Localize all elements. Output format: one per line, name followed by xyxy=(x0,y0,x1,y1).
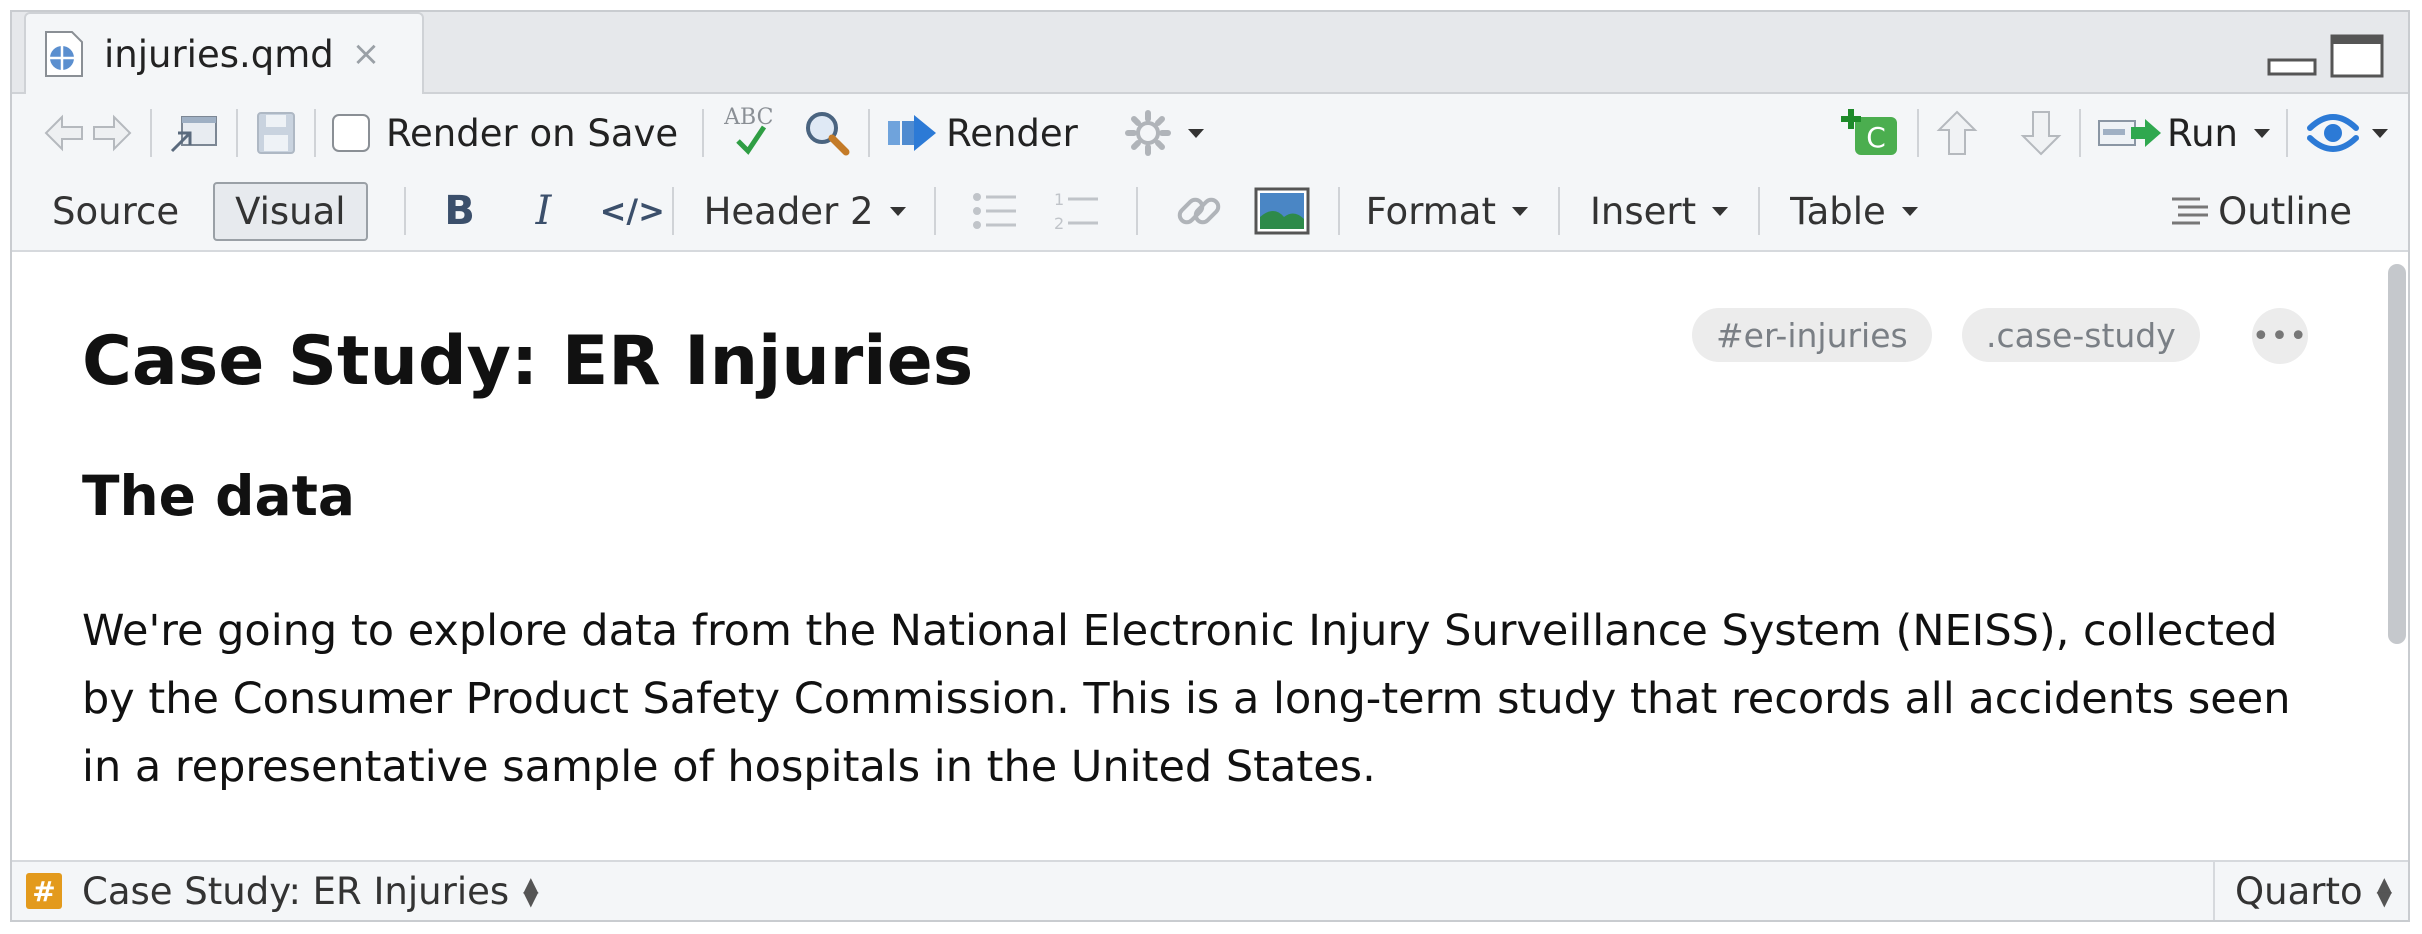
render-button[interactable]: Render xyxy=(886,112,1078,155)
table-menu[interactable]: Table xyxy=(1790,190,1918,233)
source-mode-button[interactable]: Source xyxy=(32,184,199,239)
section-hash-icon: # xyxy=(26,873,62,909)
publish-button[interactable] xyxy=(2304,108,2388,158)
italic-button[interactable]: I xyxy=(516,188,572,234)
tab-injuries-qmd[interactable]: injuries.qmd × xyxy=(24,12,424,94)
table-menu-label: Table xyxy=(1790,189,1886,233)
format-menu[interactable]: Format xyxy=(1366,190,1528,233)
find-replace-icon[interactable] xyxy=(802,108,852,158)
up-down-arrows-icon[interactable]: ▲ ▼ xyxy=(523,874,538,908)
run-button[interactable]: Run xyxy=(2097,112,2270,155)
document-area[interactable]: Case Study: ER Injuries #er-injuries .ca… xyxy=(12,252,2408,872)
outline-toggle[interactable]: Outline xyxy=(2170,190,2352,233)
spellcheck-icon[interactable]: ABC xyxy=(720,105,784,161)
insert-menu-label: Insert xyxy=(1589,189,1697,233)
render-on-save-label: Render on Save xyxy=(386,111,679,155)
insert-chunk-button[interactable]: C xyxy=(1839,107,1901,159)
svg-text:C: C xyxy=(1866,121,1886,154)
vertical-scrollbar[interactable] xyxy=(2388,264,2406,644)
chevron-down-icon xyxy=(2372,128,2388,138)
outline-icon xyxy=(2172,197,2209,225)
document-type-selector[interactable]: Quarto ▲ ▼ xyxy=(2213,862,2408,920)
svg-text:1: 1 xyxy=(1054,190,1064,209)
chevron-down-icon xyxy=(1187,128,1204,138)
section-navigator[interactable]: Case Study: ER Injuries xyxy=(82,870,509,913)
chevron-down-icon xyxy=(1901,206,1918,216)
link-icon[interactable] xyxy=(1174,186,1224,236)
image-icon[interactable] xyxy=(1254,187,1310,235)
heading-class-chip[interactable]: .case-study xyxy=(1962,308,2200,362)
forward-arrow-icon[interactable] xyxy=(90,113,134,153)
heading-2[interactable]: The data xyxy=(82,464,355,528)
back-arrow-icon[interactable] xyxy=(42,113,86,153)
render-on-save-toggle[interactable]: Render on Save xyxy=(332,112,678,155)
tab-bar: injuries.qmd × xyxy=(12,12,2408,94)
render-label: Render xyxy=(946,111,1078,155)
quarto-file-icon xyxy=(45,31,83,77)
publish-icon xyxy=(2307,114,2359,152)
svg-text:2: 2 xyxy=(1054,214,1064,233)
document-type-label: Quarto xyxy=(2235,869,2363,913)
visual-editor-toolbar: Source Visual B I </> Header 2 1 2 Forma… xyxy=(12,172,2408,252)
tab-filename: injuries.qmd xyxy=(104,32,334,76)
paragraph[interactable]: We're going to explore data from the Nat… xyxy=(82,597,2312,801)
render-options-button[interactable] xyxy=(1124,109,1204,157)
block-type-label: Header 2 xyxy=(703,189,874,233)
insert-menu[interactable]: Insert xyxy=(1589,189,1729,233)
status-bar: # Case Study: ER Injuries ▲ ▼ Quarto ▲ ▼ xyxy=(12,860,2408,920)
chevron-down-icon xyxy=(1511,206,1528,216)
outline-label: Outline xyxy=(2218,189,2352,233)
heading-id-chip[interactable]: #er-injuries xyxy=(1692,308,1932,362)
code-button[interactable]: </> xyxy=(600,192,665,230)
editor-pane: injuries.qmd × Render on Save ABC Render… xyxy=(10,10,2410,922)
maximize-icon[interactable] xyxy=(2330,34,2384,78)
chevron-down-icon xyxy=(889,206,906,216)
close-tab-icon[interactable]: × xyxy=(352,34,381,74)
check-mark-icon xyxy=(736,125,767,155)
previous-chunk-icon[interactable] xyxy=(1935,108,1979,158)
show-in-window-icon[interactable] xyxy=(168,111,220,155)
chevron-down-icon xyxy=(1712,206,1729,216)
numbered-list-icon[interactable]: 1 2 xyxy=(1054,189,1100,233)
run-label: Run xyxy=(2167,111,2238,155)
heading-1[interactable]: Case Study: ER Injuries xyxy=(82,322,973,401)
editor-toolbar: Render on Save ABC Render C Run xyxy=(12,94,2408,174)
block-type-dropdown[interactable]: Header 2 xyxy=(704,190,906,233)
next-chunk-icon[interactable] xyxy=(2019,108,2063,158)
gear-icon xyxy=(1124,110,1171,156)
more-options-icon[interactable]: ••• xyxy=(2252,308,2308,364)
bold-button[interactable]: B xyxy=(432,188,488,234)
save-icon[interactable] xyxy=(254,109,298,157)
run-icon xyxy=(2098,119,2162,147)
minimize-icon[interactable] xyxy=(2267,56,2317,76)
render-arrow-icon xyxy=(888,115,937,151)
chevron-down-icon xyxy=(2254,128,2270,138)
insert-chunk-icon: C xyxy=(1841,109,1898,155)
render-on-save-checkbox[interactable] xyxy=(332,114,370,152)
visual-mode-button[interactable]: Visual xyxy=(213,181,368,241)
format-menu-label: Format xyxy=(1365,189,1496,233)
up-down-arrows-icon: ▲ ▼ xyxy=(2376,872,2392,910)
bullet-list-icon[interactable] xyxy=(972,191,1018,231)
